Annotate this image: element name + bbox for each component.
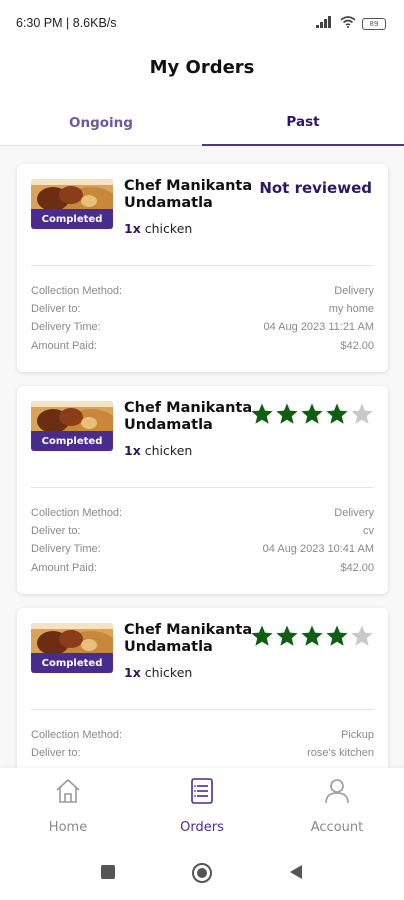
detail-row: Amount Paid: $42.00: [31, 340, 374, 356]
detail-value: 04 Aug 2023 11:21 AM: [263, 321, 375, 333]
status-time-speed: 6:30 PM | 8.6KB/s: [16, 16, 117, 30]
detail-label: Collection Method:: [31, 507, 123, 519]
wifi-icon: [340, 15, 356, 33]
item-quantity: 1x: [124, 665, 141, 680]
detail-row: Deliver to: my home: [31, 303, 374, 319]
home-circle-icon[interactable]: [191, 862, 213, 889]
status-badge: Completed: [31, 431, 113, 451]
item-name: chicken: [144, 665, 193, 680]
star-filled-icon: [276, 625, 298, 646]
account-icon: [325, 779, 349, 804]
order-card[interactable]: Completed Chef Manikanta Undamatla 1x chi…: [17, 386, 388, 594]
tab-ongoing[interactable]: Ongoing: [0, 100, 202, 146]
signal-icon: [316, 15, 334, 33]
detail-label: Amount Paid:: [31, 562, 98, 574]
detail-label: Deliver to:: [31, 525, 81, 537]
star-filled-icon: [251, 403, 273, 424]
detail-row: Collection Method: Pickup: [31, 729, 374, 745]
detail-value: Pickup: [340, 729, 374, 741]
status-badge: Completed: [31, 209, 113, 229]
chef-name: Chef Manikanta Undamatla: [124, 400, 253, 433]
detail-value: cv: [363, 525, 374, 537]
detail-value: my home: [328, 303, 374, 315]
item-quantity: 1x: [124, 221, 141, 236]
review-status[interactable]: Not reviewed: [259, 179, 372, 197]
item-quantity: 1x: [124, 443, 141, 458]
detail-label: Deliver to:: [31, 303, 81, 315]
order-item: 1x chicken: [124, 443, 192, 458]
chef-name: Chef Manikanta Undamatla: [124, 622, 253, 655]
status-bar: 6:30 PM | 8.6KB/s 89: [0, 0, 404, 40]
nav-account[interactable]: Account: [270, 776, 404, 838]
chef-name: Chef Manikanta Undamatla: [124, 178, 253, 211]
detail-value: $42.00: [340, 340, 374, 352]
detail-label: Collection Method:: [31, 285, 123, 297]
divider: [31, 265, 374, 266]
divider: [31, 487, 374, 488]
detail-row: Collection Method: Delivery: [31, 507, 374, 523]
detail-value: Delivery: [334, 507, 374, 519]
back-triangle-icon[interactable]: [288, 864, 304, 885]
detail-row: Delivery Time: 04 Aug 2023 10:41 AM: [31, 543, 374, 559]
star-filled-icon: [301, 403, 323, 424]
star-empty-icon: [351, 625, 373, 646]
nav-orders[interactable]: Orders: [135, 776, 269, 838]
detail-value: $42.00: [340, 562, 374, 574]
detail-value: rose's kitchen: [307, 747, 374, 759]
order-card[interactable]: Completed Chef Manikanta Undamatla 1x chi…: [17, 608, 388, 768]
detail-label: Deliver to:: [31, 747, 81, 759]
orders-icon: [191, 778, 213, 804]
nav-label: Account: [310, 820, 364, 835]
star-filled-icon: [251, 625, 273, 646]
item-name: chicken: [144, 221, 193, 236]
status-badge: Completed: [31, 653, 113, 673]
status-icons: 89: [316, 15, 386, 33]
recents-square-icon[interactable]: [100, 864, 116, 885]
divider: [31, 709, 374, 710]
star-rating: [250, 624, 374, 648]
detail-value: 04 Aug 2023 10:41 AM: [262, 543, 374, 555]
detail-label: Collection Method:: [31, 729, 123, 741]
detail-label: Delivery Time:: [31, 543, 101, 555]
tab-past[interactable]: Past: [202, 100, 404, 146]
star-filled-icon: [301, 625, 323, 646]
detail-row: Delivery Time: 04 Aug 2023 11:21 AM: [31, 321, 374, 337]
detail-row: Deliver to: cv: [31, 525, 374, 541]
nav-home[interactable]: Home: [1, 776, 135, 838]
system-nav-bar: [0, 844, 404, 900]
star-filled-icon: [326, 403, 348, 424]
detail-row: Deliver to: rose's kitchen: [31, 747, 374, 763]
detail-row: Amount Paid: $42.00: [31, 562, 374, 578]
battery-icon: 89: [362, 18, 386, 30]
order-item: 1x chicken: [124, 665, 192, 680]
order-tabs: Ongoing Past: [0, 100, 404, 146]
order-card[interactable]: Completed Chef Manikanta Undamatla Not r…: [17, 164, 388, 372]
star-empty-icon: [351, 403, 373, 424]
star-filled-icon: [326, 625, 348, 646]
item-name: chicken: [144, 443, 193, 458]
orders-list[interactable]: Completed Chef Manikanta Undamatla Not r…: [0, 146, 404, 768]
nav-label: Orders: [180, 820, 224, 835]
star-rating: [250, 402, 374, 426]
star-filled-icon: [276, 403, 298, 424]
nav-label: Home: [48, 820, 88, 835]
page-title: My Orders: [149, 57, 255, 78]
detail-label: Amount Paid:: [31, 340, 98, 352]
detail-label: Delivery Time:: [31, 321, 101, 333]
detail-value: Delivery: [334, 285, 374, 297]
detail-row: Collection Method: Delivery: [31, 285, 374, 301]
bottom-nav: Home Orders Account: [0, 768, 404, 844]
order-item: 1x chicken: [124, 221, 192, 236]
home-icon: [56, 779, 80, 803]
